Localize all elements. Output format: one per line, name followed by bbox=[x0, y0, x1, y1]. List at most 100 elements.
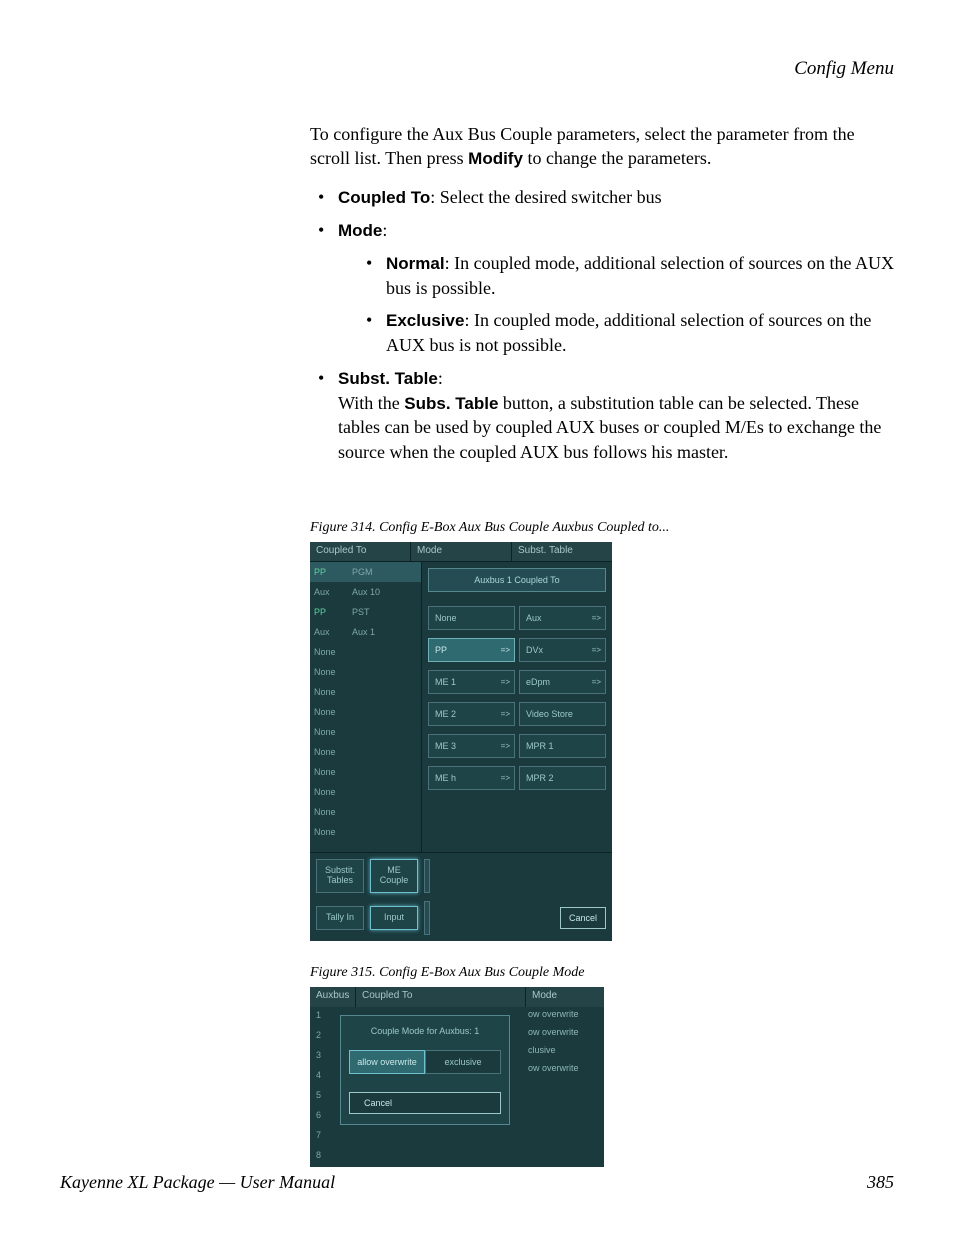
fig314-source-button[interactable]: ME 2=> bbox=[428, 702, 515, 726]
fig314-left-col2: PGM bbox=[352, 567, 421, 577]
fig314-left-row[interactable]: None bbox=[310, 642, 421, 662]
fig314-source-button[interactable]: PP=> bbox=[428, 638, 515, 662]
fig314-left-col2: Aux 1 bbox=[352, 627, 421, 637]
fig315-number-list[interactable]: 12345678 bbox=[310, 1007, 332, 1167]
fig314-left-col2: Aux 10 bbox=[352, 587, 421, 597]
fig315-mode-value: ow overwrite bbox=[526, 1009, 604, 1027]
subst-table-colon: : bbox=[438, 368, 443, 388]
arrow-icon: => bbox=[501, 678, 510, 687]
figure-315: Auxbus Coupled To Mode 12345678 ow overw… bbox=[310, 987, 604, 1167]
fig315-mode-column: ow overwriteow overwriteclusiveow overwr… bbox=[526, 1007, 604, 1167]
fig314-source-button[interactable]: ME h=> bbox=[428, 766, 515, 790]
fig314-left-list[interactable]: PPPGMAuxAux 10PPPSTAuxAux 1NoneNoneNoneN… bbox=[310, 562, 422, 852]
normal-text: : In coupled mode, additional selection … bbox=[386, 253, 894, 298]
arrow-icon: => bbox=[592, 614, 601, 623]
fig314-header-subst-table[interactable]: Subst. Table bbox=[512, 542, 612, 561]
bullet-coupled-to: Coupled To: Select the desired switcher … bbox=[310, 185, 894, 210]
fig315-row-number[interactable]: 4 bbox=[310, 1067, 332, 1087]
fig314-left-row[interactable]: None bbox=[310, 682, 421, 702]
fig315-header-auxbus[interactable]: Auxbus bbox=[310, 987, 356, 1007]
fig314-left-col1: None bbox=[314, 747, 352, 757]
fig314-header-coupled-to[interactable]: Coupled To bbox=[310, 542, 411, 561]
fig315-mode-value: clusive bbox=[526, 1045, 604, 1063]
page-header-section: Config Menu bbox=[60, 58, 894, 80]
fig314-left-row[interactable]: None bbox=[310, 742, 421, 762]
arrow-icon: => bbox=[592, 646, 601, 655]
fig315-row-number[interactable]: 8 bbox=[310, 1147, 332, 1167]
footer-page-number: 385 bbox=[867, 1172, 894, 1193]
fig315-row-number[interactable]: 7 bbox=[310, 1127, 332, 1147]
fig314-left-col1: None bbox=[314, 667, 352, 677]
fig314-left-col2: PST bbox=[352, 607, 421, 617]
bullet-mode: Mode: Normal: In coupled mode, additiona… bbox=[310, 218, 894, 357]
modify-label: Modify bbox=[468, 149, 523, 168]
arrow-icon: => bbox=[501, 774, 510, 783]
fig314-left-col1: None bbox=[314, 687, 352, 697]
arrow-icon: => bbox=[592, 678, 601, 687]
coupled-to-label: Coupled To bbox=[338, 188, 430, 207]
tab-slice[interactable] bbox=[424, 859, 430, 893]
normal-label: Normal bbox=[386, 254, 445, 273]
fig315-row-number[interactable]: 1 bbox=[310, 1007, 332, 1027]
fig314-left-col1: None bbox=[314, 647, 352, 657]
figure-314-caption: Figure 314. Config E-Box Aux Bus Couple … bbox=[310, 520, 894, 536]
footer-manual-title: Kayenne XL Package — User Manual bbox=[60, 1172, 335, 1193]
fig314-left-row[interactable]: None bbox=[310, 662, 421, 682]
intro-paragraph: To configure the Aux Bus Couple paramete… bbox=[310, 122, 894, 171]
fig314-left-col1: None bbox=[314, 767, 352, 777]
fig314-source-button[interactable]: None bbox=[428, 606, 515, 630]
bullet-normal: Normal: In coupled mode, additional sele… bbox=[338, 251, 894, 300]
fig314-left-col1: None bbox=[314, 827, 352, 837]
fig314-left-row[interactable]: None bbox=[310, 762, 421, 782]
coupled-to-text: : Select the desired switcher bus bbox=[430, 187, 661, 207]
fig314-left-row[interactable]: None bbox=[310, 822, 421, 842]
fig314-target-button[interactable]: MPR 1 bbox=[519, 734, 606, 758]
subst-text-1a: With the bbox=[338, 393, 404, 413]
fig314-left-col1: None bbox=[314, 727, 352, 737]
fig314-left-col1: Aux bbox=[314, 627, 352, 637]
fig314-target-button[interactable]: Video Store bbox=[519, 702, 606, 726]
fig314-source-button[interactable]: ME 3=> bbox=[428, 734, 515, 758]
fig314-coupled-to-title: Auxbus 1 Coupled To bbox=[428, 568, 606, 592]
arrow-icon: => bbox=[501, 742, 510, 751]
tab-slice-2[interactable] bbox=[424, 901, 430, 935]
fig314-left-row[interactable]: None bbox=[310, 722, 421, 742]
fig314-header-mode[interactable]: Mode bbox=[411, 542, 512, 561]
fig314-target-button[interactable]: MPR 2 bbox=[519, 766, 606, 790]
fig314-left-row[interactable]: None bbox=[310, 802, 421, 822]
fig314-left-row[interactable]: PPPST bbox=[310, 602, 421, 622]
tally-in-button[interactable]: Tally In bbox=[316, 906, 364, 930]
fig315-cancel-button[interactable]: Cancel bbox=[349, 1092, 501, 1114]
fig314-left-row[interactable]: None bbox=[310, 782, 421, 802]
subst-table-label: Subst. Table bbox=[338, 369, 438, 388]
me-couple-button[interactable]: ME Couple bbox=[370, 859, 418, 893]
fig315-row-number[interactable]: 3 bbox=[310, 1047, 332, 1067]
allow-overwrite-button[interactable]: allow overwrite bbox=[349, 1050, 425, 1074]
bullet-exclusive: Exclusive: In coupled mode, additional s… bbox=[338, 308, 894, 357]
fig314-cancel-button[interactable]: Cancel bbox=[560, 907, 606, 929]
subs-table-bold: Subs. Table bbox=[404, 394, 498, 413]
fig315-row-number[interactable]: 5 bbox=[310, 1087, 332, 1107]
fig314-left-row[interactable]: PPPGM bbox=[310, 562, 421, 582]
intro-text-2: to change the parameters. bbox=[523, 148, 711, 168]
fig314-target-button[interactable]: DVx=> bbox=[519, 638, 606, 662]
fig315-row-number[interactable]: 6 bbox=[310, 1107, 332, 1127]
figure-314: Coupled To Mode Subst. Table PPPGMAuxAux… bbox=[310, 542, 612, 941]
fig314-target-button[interactable]: eDpm=> bbox=[519, 670, 606, 694]
input-button[interactable]: Input bbox=[370, 906, 418, 930]
mode-colon: : bbox=[382, 220, 387, 240]
fig314-target-button[interactable]: Aux=> bbox=[519, 606, 606, 630]
fig314-source-button[interactable]: ME 1=> bbox=[428, 670, 515, 694]
fig315-header-mode[interactable]: Mode bbox=[526, 987, 604, 1007]
exclusive-button[interactable]: exclusive bbox=[425, 1050, 501, 1074]
fig314-left-col1: PP bbox=[314, 607, 352, 617]
fig314-left-col1: PP bbox=[314, 567, 352, 577]
substit-tables-button[interactable]: Substit. Tables bbox=[316, 859, 364, 893]
fig315-header-coupled-to[interactable]: Coupled To bbox=[356, 987, 526, 1007]
fig314-left-col1: None bbox=[314, 787, 352, 797]
fig314-left-row[interactable]: AuxAux 1 bbox=[310, 622, 421, 642]
fig314-left-row[interactable]: AuxAux 10 bbox=[310, 582, 421, 602]
arrow-icon: => bbox=[501, 710, 510, 719]
fig314-left-row[interactable]: None bbox=[310, 702, 421, 722]
fig315-row-number[interactable]: 2 bbox=[310, 1027, 332, 1047]
